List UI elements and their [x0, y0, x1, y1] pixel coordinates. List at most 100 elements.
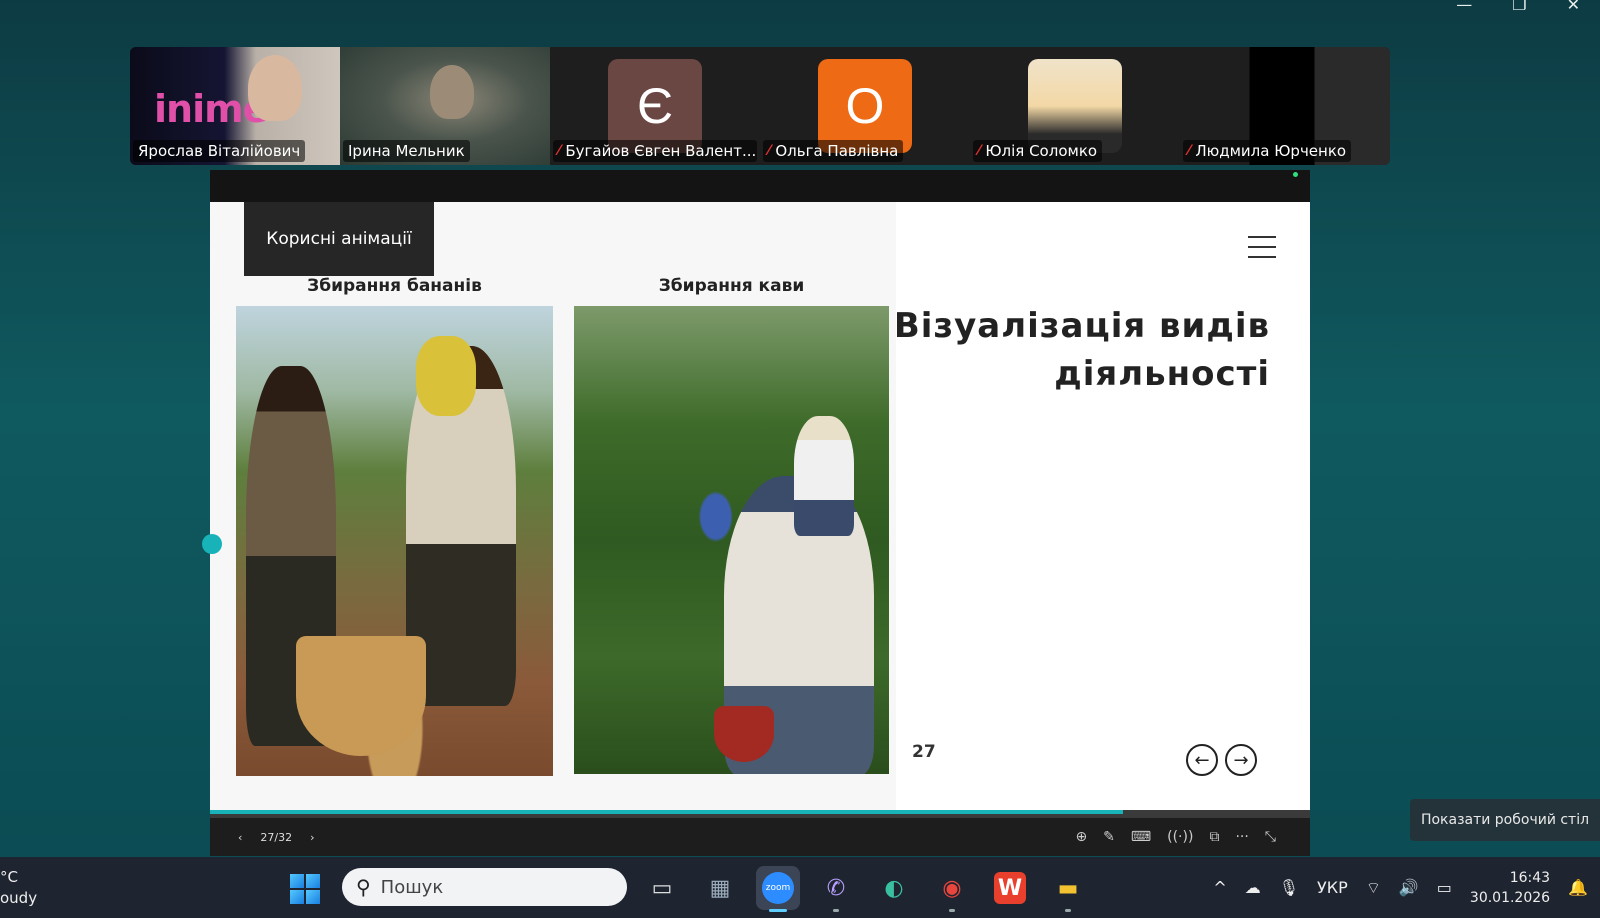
app-glyph: W [994, 872, 1026, 904]
participant-name: Ольга Павлівна [775, 142, 899, 160]
app-glyph: ▬ [1057, 875, 1079, 901]
active-indicator [769, 909, 787, 912]
banana-bunch [416, 336, 476, 416]
clock-date: 30.01.2026 [1469, 889, 1551, 906]
search-icon: ⚲ [356, 875, 371, 899]
participant-face [430, 65, 474, 119]
arrow-left-icon: ← [1194, 749, 1210, 771]
clock[interactable]: 16:43 30.01.2026 [1470, 868, 1550, 908]
participant-tile[interactable]: О ⁄ Ольга Павлівна [760, 47, 970, 165]
berry-basket [714, 706, 774, 762]
restore-icon[interactable]: ❐ [1512, 0, 1526, 13]
zoom-in-icon[interactable]: ⊕ [1075, 829, 1087, 845]
slide-page-number: 27 [912, 742, 936, 762]
participant-tile[interactable]: Є ⁄ Бугайов Євген Валент... [550, 47, 760, 165]
participant-tile[interactable]: inime Ярослав Віталійович [130, 47, 340, 165]
weather-temp: °C [0, 868, 18, 886]
mic-muted-icon: ⁄ [558, 143, 561, 159]
slide-title-line: Візуалізація видів [893, 306, 1270, 346]
participant-name: Юлія Соломко [985, 142, 1098, 160]
pager: ‹ 27/32 › [238, 831, 315, 844]
mic-muted-icon: ⁄ [978, 143, 981, 159]
avatar [1028, 59, 1122, 153]
calculator-icon[interactable]: ▦ [698, 866, 742, 910]
start-button[interactable] [290, 874, 320, 904]
exit-fullscreen-icon[interactable]: ⤡ [1265, 829, 1276, 845]
avatar: Є [608, 59, 702, 153]
slide-progress-bar [210, 810, 1310, 818]
task-view-icon[interactable]: ▭ [640, 866, 684, 910]
running-indicator [1065, 909, 1071, 912]
volume-icon[interactable]: 🔊 [1399, 878, 1419, 897]
slide-title-line: діяльності [1054, 354, 1270, 394]
annotate-icon[interactable]: ✎ [1103, 829, 1115, 845]
participant-name-tag: Ірина Мельник [343, 140, 470, 162]
window-icon[interactable]: ⧉ [1209, 829, 1219, 845]
cloud-off-icon[interactable]: ☁ [1245, 878, 1261, 897]
mic-muted-icon: ⁄ [1188, 143, 1191, 159]
battery-icon[interactable]: ▭ [1437, 878, 1452, 897]
toolbar-tools: ⊕ ✎ ⌨ ((·)) ⧉ ··· ⤡ [1075, 829, 1276, 845]
person-figure [794, 416, 854, 536]
participant-name: Ярослав Віталійович [138, 142, 301, 160]
mic-muted-icon: ⁄ [768, 143, 771, 159]
participant-name-tag: ⁄ Ольга Павлівна [763, 140, 904, 162]
prev-slide-button[interactable]: ← [1186, 744, 1218, 776]
share-top-bar [210, 170, 1310, 202]
edge-icon[interactable]: ◐ [872, 866, 916, 910]
participant-tile-active-speaker[interactable]: Ірина Мельник [340, 47, 550, 165]
chevron-up-icon[interactable]: ^ [1213, 878, 1226, 897]
page-counter: 27/32 [260, 830, 293, 844]
chevron-left-icon[interactable]: ‹ [238, 831, 242, 844]
system-tray: ^ ☁ 🎙 УКР ⌔ 🔊 ▭ 16:43 30.01.2026 🔔 [1213, 857, 1588, 918]
participant-tile[interactable]: ⁄ Людмила Юрченко [1180, 47, 1390, 165]
avatar: О [818, 59, 912, 153]
running-indicator [833, 909, 839, 912]
wifi-icon[interactable]: ⌔ [1366, 878, 1381, 898]
app-glyph: zoom [762, 872, 794, 904]
slide-drag-handle[interactable] [202, 534, 222, 554]
participant-tile[interactable]: ⁄ Юлія Соломко [970, 47, 1180, 165]
clock-time: 16:43 [1509, 869, 1551, 886]
show-desktop-tooltip: Показати робочий стіл [1410, 799, 1600, 841]
participants-strip: inime Ярослав Віталійович Ірина Мельник … [130, 47, 1390, 165]
participant-name: Бугайов Євген Валент... [565, 142, 757, 160]
close-icon[interactable]: ✕ [1567, 0, 1580, 13]
wps-icon[interactable]: W [988, 866, 1032, 910]
chevron-right-icon[interactable]: › [310, 831, 314, 844]
banana-harvest-image [236, 306, 553, 776]
notifications-icon[interactable]: 🔔 [1568, 878, 1588, 897]
search-placeholder: Пошук [380, 876, 444, 898]
slide-tag: Корисні анімації [244, 202, 434, 276]
app-glyph: ▭ [651, 875, 673, 901]
app-glyph: ▦ [709, 875, 731, 901]
coffee-harvest-image [574, 306, 889, 774]
basket [296, 636, 426, 756]
slide-title: Візуалізація видів діяльності [890, 302, 1270, 398]
participant-name-tag: Ярослав Віталійович [133, 140, 306, 162]
menu-icon[interactable] [1248, 236, 1276, 266]
presentation-toolbar: ‹ 27/32 › ⊕ ✎ ⌨ ((·)) ⧉ ··· ⤡ [210, 818, 1310, 856]
participant-name-tag: ⁄ Людмила Юрченко [1183, 140, 1352, 162]
zoom-icon[interactable]: zoom [756, 866, 800, 912]
weather-desc: oudy [0, 889, 38, 907]
language-indicator[interactable]: УКР [1317, 878, 1348, 897]
weather-widget[interactable]: °C oudy [0, 867, 37, 909]
shared-screen: Корисні анімації Збирання бананів Збиран… [202, 170, 1310, 856]
more-icon[interactable]: ··· [1235, 829, 1248, 845]
broadcast-icon[interactable]: ((·)) [1167, 829, 1193, 845]
search-box[interactable]: ⚲ Пошук [342, 868, 627, 906]
caption-bananas: Збирання бананів [307, 276, 482, 296]
explorer-icon[interactable]: ▬ [1046, 866, 1090, 912]
viber-icon[interactable]: ✆ [814, 866, 858, 912]
chrome-icon[interactable]: ◉ [930, 866, 974, 912]
microphone-icon[interactable]: 🎙 [1279, 878, 1299, 897]
caption-coffee: Збирання кави [658, 276, 805, 296]
progress-fill [210, 810, 1123, 814]
minimize-icon[interactable]: — [1456, 0, 1472, 13]
arrow-right-icon: → [1233, 749, 1249, 771]
keyboard-icon[interactable]: ⌨ [1131, 829, 1151, 845]
next-slide-button[interactable]: → [1225, 744, 1257, 776]
presentation-slide: Корисні анімації Збирання бананів Збиран… [202, 202, 1310, 810]
participant-name-tag: ⁄ Бугайов Євген Валент... [553, 140, 757, 162]
